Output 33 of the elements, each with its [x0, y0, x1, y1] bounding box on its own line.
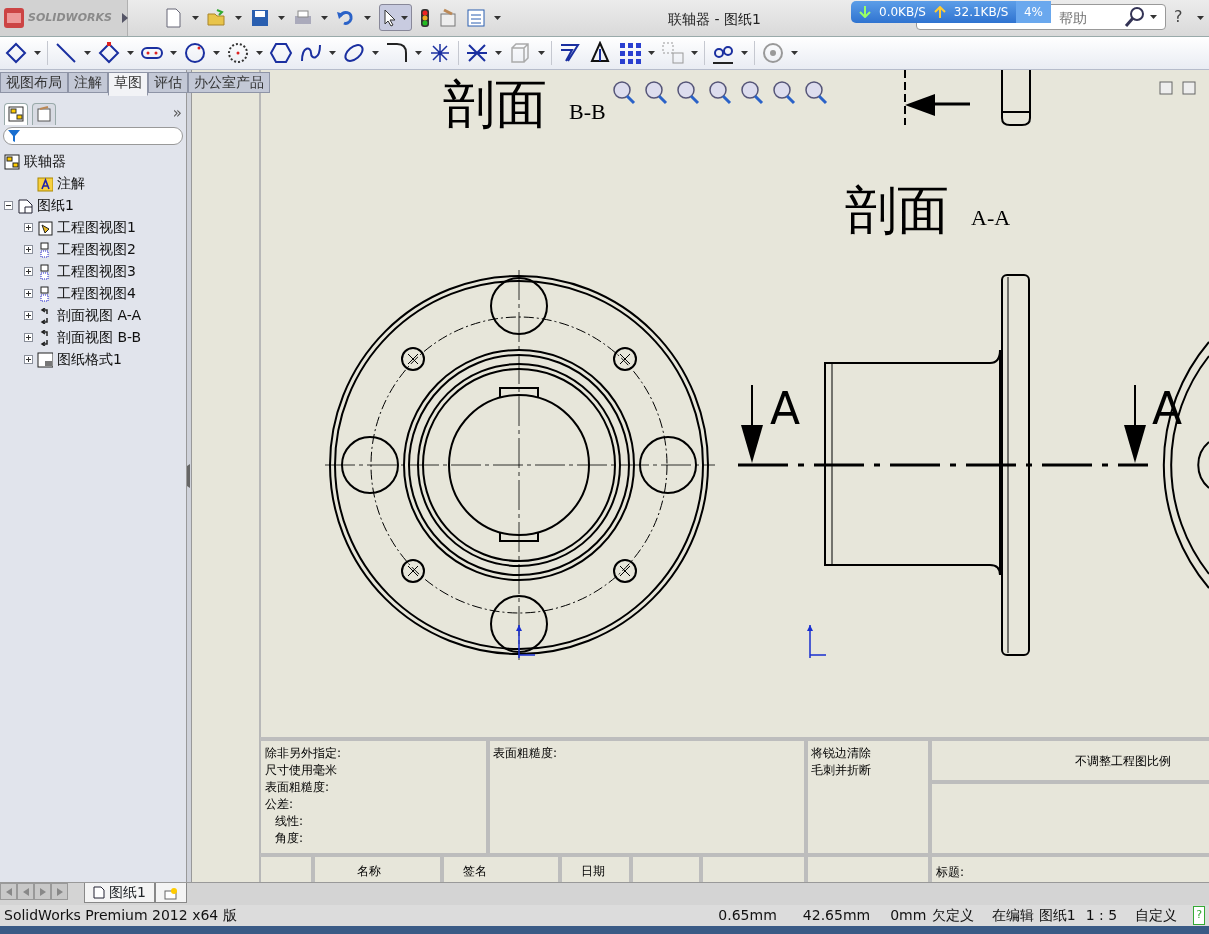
status-y: 42.65mm	[802, 906, 871, 925]
status-mode: 在编辑 图纸1	[992, 906, 1076, 925]
download-speed: 0.0KB/S	[879, 4, 926, 21]
title-block-note: 角度:	[275, 831, 304, 845]
upload-speed: 32.1KB/S	[953, 4, 1009, 21]
title-block-note: 表面粗糙度:	[265, 780, 330, 794]
sheet-tab-label: 图纸1	[109, 883, 146, 902]
status-x: 0.65mm	[718, 906, 777, 925]
status-units: 自定义	[1135, 906, 1178, 925]
status-scale: 1 : 5	[1085, 906, 1118, 925]
title-block-note: 不调整工程图比例	[1075, 754, 1171, 768]
status-state: 欠定义	[932, 906, 975, 925]
section-label: B-B	[569, 99, 606, 124]
load-percent: 4%	[1015, 1, 1051, 23]
section-title: 剖面	[443, 74, 547, 134]
title-block-note: 除非另外指定:	[265, 746, 342, 760]
title-block-header: 日期	[581, 864, 605, 878]
title-block-note: 公差:	[265, 797, 294, 811]
title-block-header: 签名	[463, 864, 487, 878]
title-block-note: 尺寸使用毫米	[265, 763, 337, 777]
logo-text: SOLIDWORKS	[28, 9, 112, 26]
status-z: 0mm	[890, 906, 927, 925]
product-version: SolidWorks Premium 2012 x64 版	[4, 906, 237, 925]
title-block-label: 表面粗糙度:	[493, 746, 558, 760]
section-label: A-A	[971, 205, 1011, 230]
title-block-header: 名称	[357, 864, 381, 878]
title-block-note: 线性:	[275, 814, 304, 828]
document-title: 联轴器 - 图纸1	[668, 10, 761, 29]
section-title: 剖面	[845, 180, 949, 240]
cut-label: A	[770, 383, 801, 434]
title-block-note: 将锐边清除	[811, 746, 871, 760]
title-block-note: 毛刺并折断	[811, 763, 871, 777]
title-block-label: 标题:	[936, 865, 965, 879]
